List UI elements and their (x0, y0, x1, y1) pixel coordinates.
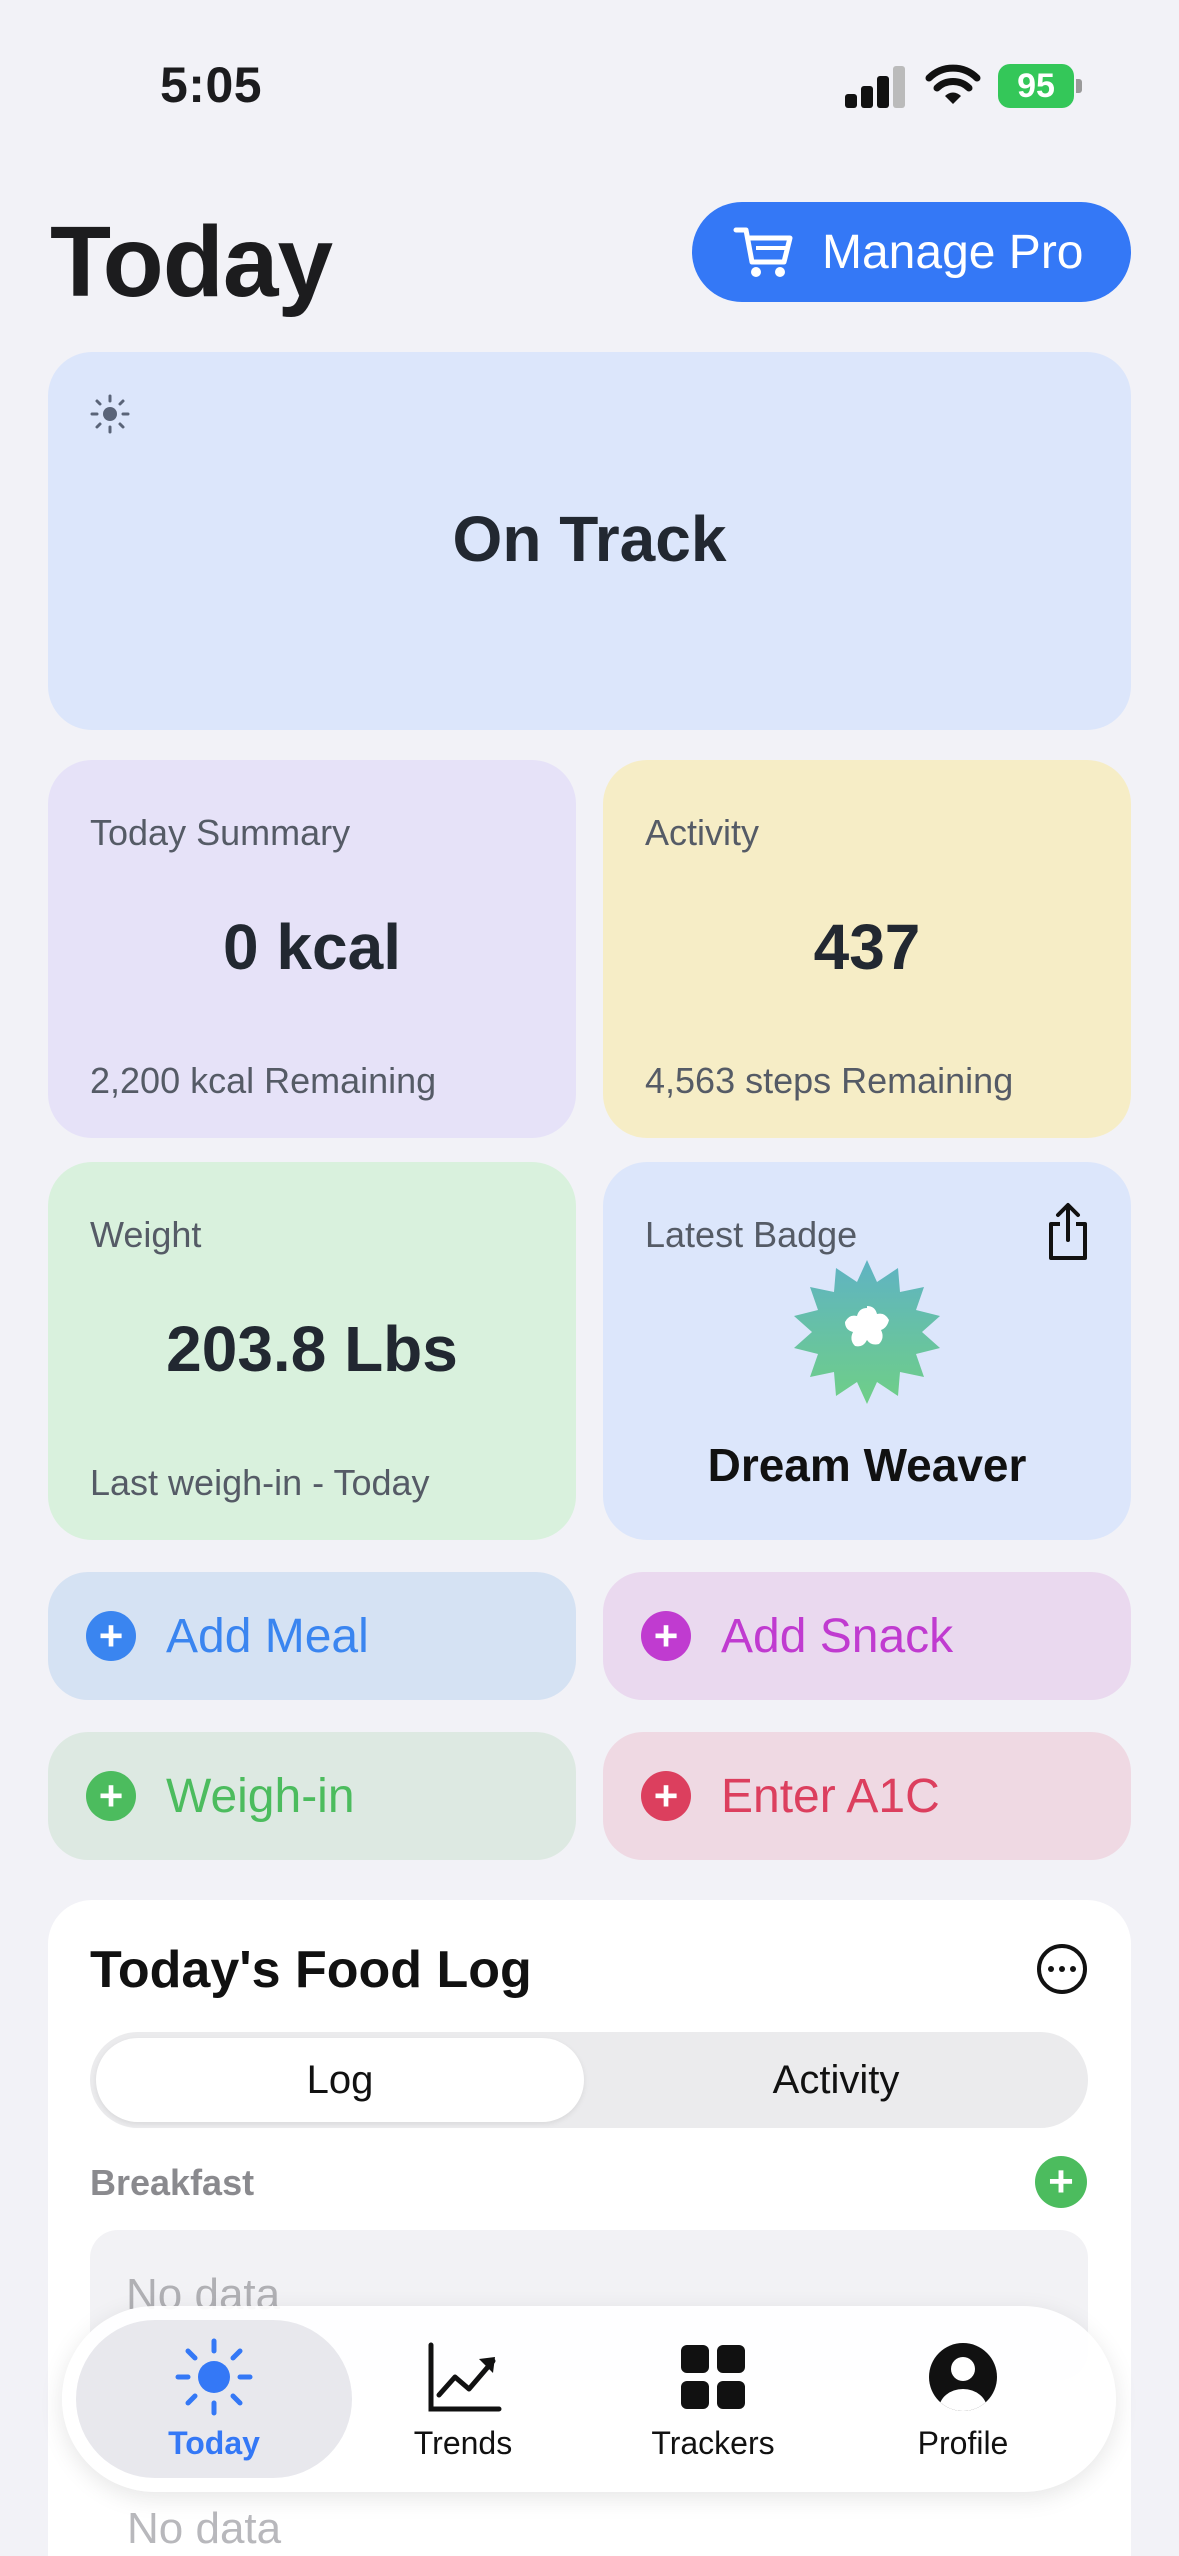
add-breakfast-icon[interactable]: + (1035, 2156, 1087, 2208)
badge-name: Dream Weaver (707, 1439, 1027, 1491)
plus-circle-icon: + (641, 1611, 691, 1661)
badge-label: Latest Badge (645, 1214, 858, 1255)
battery-level: 95 (1017, 66, 1055, 105)
sun-icon (90, 394, 130, 434)
segment-activity[interactable]: Activity (592, 2038, 1080, 2122)
more-options-icon[interactable] (1037, 1944, 1087, 1994)
enter-a1c-label: Enter A1C (721, 1769, 940, 1823)
segment-log[interactable]: Log (96, 2038, 584, 2122)
manage-pro-label: Manage Pro (822, 225, 1084, 279)
weight-last-weigh-in: Last weigh-in - Today (90, 1462, 430, 1503)
no-data-text: No data (127, 2504, 282, 2553)
tab-trackers[interactable]: Trackers (588, 2320, 838, 2478)
weight-value: 203.8 Lbs (166, 1313, 458, 1385)
tab-trends-label: Trends (413, 2424, 513, 2461)
activity-value: 437 (813, 911, 921, 983)
weight-label: Weight (90, 1214, 202, 1255)
cart-icon (733, 227, 793, 277)
on-track-card[interactable]: On Track (48, 352, 1131, 730)
tab-today[interactable]: Today (76, 2320, 352, 2478)
activity-remaining: 4,563 steps Remaining (645, 1060, 1014, 1101)
chart-icon (428, 2342, 502, 2411)
tab-today-label: Today (168, 2424, 260, 2461)
summary-remaining: 2,200 kcal Remaining (90, 1060, 437, 1101)
add-meal-label: Add Meal (166, 1609, 369, 1663)
tab-profile-label: Profile (917, 2424, 1009, 2461)
sun-icon (175, 2338, 253, 2415)
person-icon (929, 2342, 997, 2411)
activity-card[interactable]: Activity 437 4,563 steps Remaining (603, 760, 1131, 1138)
cellular-signal-icon (845, 66, 905, 108)
tab-trends[interactable]: Trends (338, 2320, 588, 2478)
battery-icon: 95 (998, 64, 1082, 108)
weigh-in-button[interactable]: + Weigh-in (48, 1732, 576, 1860)
add-snack-label: Add Snack (721, 1609, 954, 1663)
add-meal-button[interactable]: + Add Meal (48, 1572, 576, 1700)
plus-circle-icon: + (641, 1771, 691, 1821)
today-summary-card[interactable]: Today Summary 0 kcal 2,200 kcal Remainin… (48, 760, 576, 1138)
manage-pro-button[interactable]: Manage Pro (692, 202, 1131, 302)
tab-bar: Today Trends Trackers Profile (62, 2306, 1116, 2492)
status-time: 5:05 (160, 57, 263, 113)
summary-label: Today Summary (90, 812, 351, 853)
tab-trackers-label: Trackers (651, 2424, 775, 2461)
add-snack-button[interactable]: + Add Snack (603, 1572, 1131, 1700)
weight-card[interactable]: Weight 203.8 Lbs Last weigh-in - Today (48, 1162, 576, 1540)
badge-icon (794, 1260, 940, 1404)
share-icon[interactable] (1043, 1202, 1093, 1262)
status-text: On Track (452, 503, 727, 575)
latest-badge-card[interactable]: Latest Badge Dream Weaver (603, 1162, 1131, 1540)
log-segmented-control[interactable]: Log Activity (90, 2032, 1088, 2128)
enter-a1c-button[interactable]: + Enter A1C (603, 1732, 1131, 1860)
food-log-title: Today's Food Log (90, 1941, 532, 1999)
plus-circle-icon: + (86, 1611, 136, 1661)
page-title: Today (50, 206, 333, 318)
breakfast-label: Breakfast (90, 2162, 255, 2203)
tab-profile[interactable]: Profile (838, 2320, 1088, 2478)
activity-label: Activity (645, 812, 760, 853)
plus-circle-icon: + (86, 1771, 136, 1821)
weigh-in-label: Weigh-in (166, 1769, 355, 1823)
wifi-icon (925, 64, 981, 104)
summary-value: 0 kcal (223, 911, 401, 983)
grid-icon (681, 2344, 745, 2409)
